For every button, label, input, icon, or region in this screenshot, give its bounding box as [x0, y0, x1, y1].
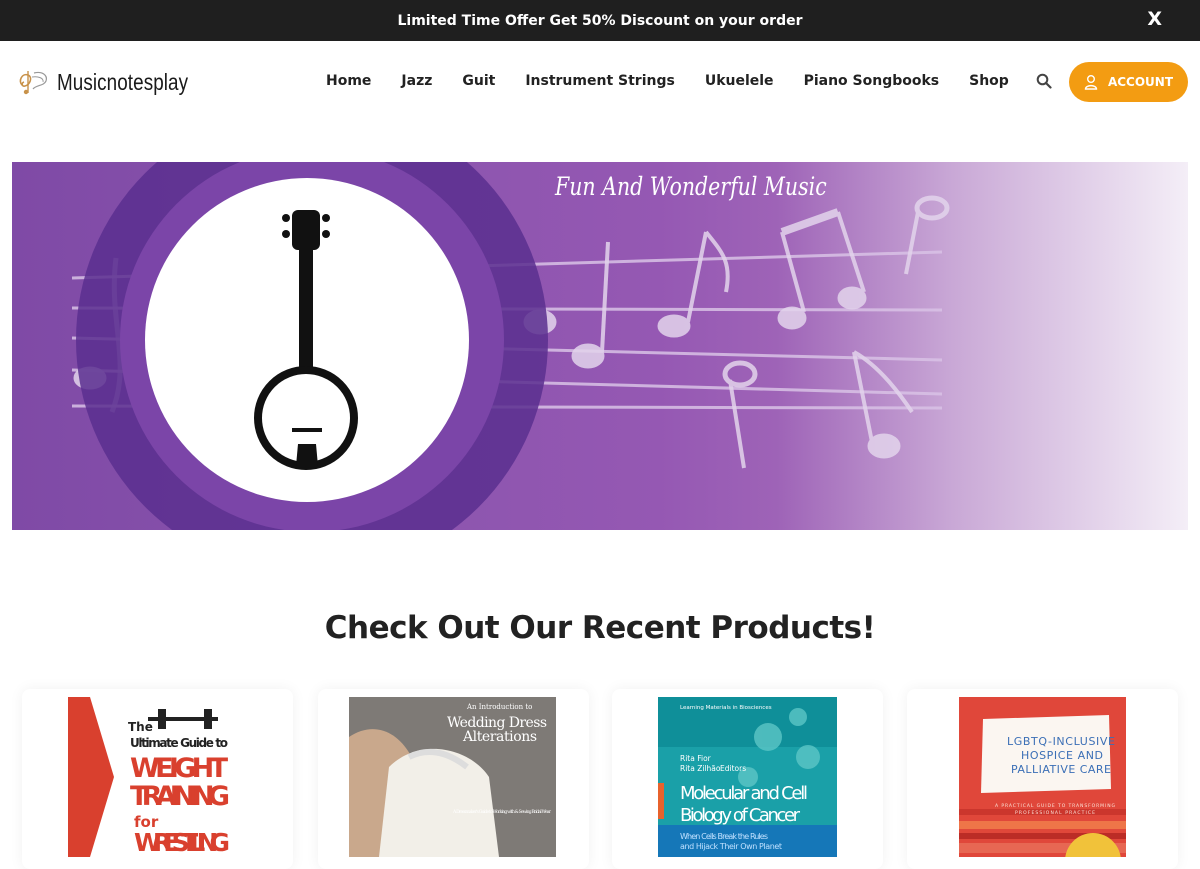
nav-shop[interactable]: Shop — [969, 73, 1009, 89]
search-icon[interactable] — [1034, 71, 1054, 91]
lgbtq-hospice-cover: LGBTQ-INCLUSIVE HOSPICE AND PALLIATIVE C… — [959, 697, 1126, 857]
nav-guit[interactable]: Guit — [462, 73, 495, 89]
promo-bar: Limited Time Offer Get 50% Discount on y… — [0, 0, 1200, 41]
cover-text: WRESTLING — [134, 828, 230, 857]
product-cover-weight-training[interactable]: The Ultimate Guide to WEIGHT TRAINING fo… — [68, 697, 230, 857]
nav-jazz[interactable]: Jazz — [401, 73, 432, 89]
site-logo[interactable]: Musicnotesplay — [16, 67, 217, 97]
cover-text: Learning Materials in Biosciences — [680, 705, 772, 711]
cell-biology-cover: Learning Materials in Biosciences Rita F… — [658, 697, 837, 857]
cover-text: Ultimate Guide to — [130, 736, 228, 750]
banner-illustration — [71, 162, 950, 530]
product-cover-molecular-cell-biology[interactable]: Learning Materials in Biosciences Rita F… — [658, 697, 837, 857]
cover-text: A PRACTICAL GUIDE TO TRANSFORMING — [995, 803, 1116, 809]
music-note-logo-icon — [19, 71, 47, 95]
user-icon — [1084, 75, 1098, 90]
close-promo-button[interactable]: X — [1147, 8, 1162, 30]
cover-text: The — [128, 720, 153, 734]
cover-text: Alterations — [462, 729, 537, 745]
product-card[interactable]: LGBTQ-INCLUSIVE HOSPICE AND PALLIATIVE C… — [907, 689, 1178, 869]
cover-text: LGBTQ-INCLUSIVE — [1007, 735, 1115, 748]
account-button[interactable]: ACCOUNT — [1069, 62, 1188, 102]
account-label: ACCOUNT — [1107, 75, 1174, 89]
cover-text: When Cells Break the Rules — [680, 832, 768, 841]
cover-text: Biology of Cancer — [680, 805, 801, 826]
site-header: Musicnotesplay Home Jazz Guit Instrument… — [0, 41, 1200, 123]
product-card[interactable]: An Introduction to Wedding Dress Alterat… — [318, 689, 589, 869]
cover-text: Rita Zilhão — [680, 764, 721, 773]
wedding-dress-cover: An Introduction to Wedding Dress Alterat… — [349, 697, 556, 857]
hero-banner[interactable]: Fun And Wonderful Music — [12, 162, 1188, 530]
cover-text: PROFESSIONAL PRACTICE — [1015, 810, 1095, 816]
cover-text: PALLIATIVE CARE — [1011, 763, 1111, 776]
section-title: Check Out Our Recent Products! — [324, 610, 876, 646]
weight-training-cover: The Ultimate Guide to WEIGHT TRAINING fo… — [68, 697, 230, 857]
logo-text: Musicnotesplay — [57, 68, 189, 95]
nav-ukuelele[interactable]: Ukuelele — [705, 73, 774, 89]
banner-title: Fun And Wonderful Music — [555, 172, 827, 201]
product-card[interactable]: The Ultimate Guide to WEIGHT TRAINING fo… — [22, 689, 293, 869]
cover-text: WEIGHT — [130, 753, 229, 784]
cover-text: TRAINING — [130, 781, 230, 812]
cover-text: Rita Fior — [680, 754, 712, 763]
product-cover-lgbtq-hospice[interactable]: LGBTQ-INCLUSIVE HOSPICE AND PALLIATIVE C… — [959, 697, 1126, 857]
cover-text: An Introduction to — [466, 703, 532, 711]
cover-text: HOSPICE AND — [1021, 749, 1103, 762]
product-cover-wedding-dress[interactable]: An Introduction to Wedding Dress Alterat… — [349, 697, 556, 857]
main-nav: Home Jazz Guit Instrument Strings Ukuele… — [311, 71, 1096, 91]
cover-text: Editors — [720, 764, 746, 773]
cover-text: A Dressmaker's Guide to Working with & S… — [452, 809, 552, 815]
nav-instrument-strings[interactable]: Instrument Strings — [525, 73, 675, 89]
nav-home[interactable]: Home — [326, 73, 371, 89]
product-card[interactable]: Learning Materials in Biosciences Rita F… — [612, 689, 883, 869]
promo-text: Limited Time Offer Get 50% Discount on y… — [397, 12, 803, 29]
nav-piano-songbooks[interactable]: Piano Songbooks — [804, 73, 940, 89]
cover-text: Molecular and Cell — [680, 783, 808, 804]
